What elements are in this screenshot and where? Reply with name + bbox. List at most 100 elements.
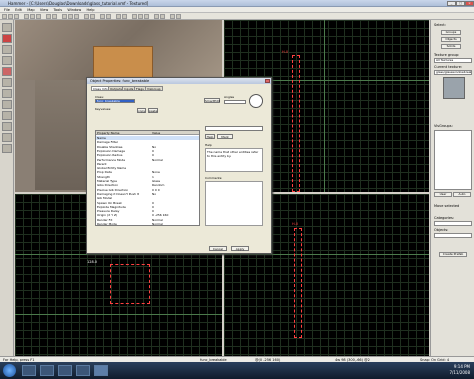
path-tool-icon[interactable]	[2, 144, 12, 153]
apply-texture-icon[interactable]	[2, 89, 12, 98]
texture-preview	[443, 77, 465, 99]
user-tab[interactable]: User	[434, 192, 452, 197]
grid-smaller-icon[interactable]	[30, 14, 35, 19]
col-value: Value	[152, 131, 161, 135]
decal-icon[interactable]	[170, 14, 175, 19]
angles-dial[interactable]	[249, 94, 263, 108]
auto-tab[interactable]: Auto	[453, 192, 471, 197]
vertex-icon[interactable]	[160, 14, 165, 19]
decal-tool-icon[interactable]	[2, 100, 12, 109]
grid-toggle-icon[interactable]	[24, 14, 29, 19]
close-icon[interactable]: ×	[465, 1, 474, 6]
copy-icon[interactable]	[68, 14, 73, 19]
undo-icon[interactable]	[46, 14, 51, 19]
steam-task-icon[interactable]	[76, 365, 90, 376]
paste-icon[interactable]	[74, 14, 79, 19]
current-texture-label: Current texture:	[434, 65, 463, 69]
groups-button[interactable]: Groups	[441, 30, 461, 35]
camera-icon[interactable]	[132, 14, 137, 19]
entity-icon[interactable]	[138, 14, 143, 19]
dialog-close-icon[interactable]	[265, 79, 270, 83]
browser-task-icon[interactable]	[40, 365, 54, 376]
angles-field[interactable]	[224, 100, 246, 104]
texture-group-select[interactable]: All Textures	[434, 58, 472, 63]
clip-tool-icon[interactable]	[2, 122, 12, 131]
texture-lock-icon[interactable]	[100, 14, 105, 19]
mark-button[interactable]: Mark	[217, 134, 233, 139]
camera-tool-icon[interactable]	[2, 45, 12, 54]
help-button[interactable]: Help	[205, 134, 215, 139]
comments-label: Comments:	[205, 176, 223, 180]
clip-icon[interactable]	[154, 14, 159, 19]
visgroups-label: VisGroups:	[434, 124, 453, 128]
categories-select[interactable]	[434, 221, 472, 226]
keyvalues-label: Keyvalues:	[95, 107, 112, 111]
window-title: Hammer - [C:\Users\Douglas\Downloads\gla…	[8, 1, 149, 6]
magnify-tool-icon[interactable]	[2, 34, 12, 43]
select-label: Select:	[434, 23, 446, 27]
texture-tool-icon[interactable]	[2, 78, 12, 87]
comments-field[interactable]	[205, 181, 263, 226]
cut-icon[interactable]	[62, 14, 67, 19]
ungroup-icon[interactable]	[90, 14, 95, 19]
tab-class-info[interactable]: Class Info	[91, 86, 110, 91]
objects-button[interactable]: Objects	[441, 37, 461, 42]
clock-date: 7/11/2008	[449, 370, 470, 375]
smartedit-toggle[interactable]: SmartEdit	[204, 98, 220, 103]
property-name: Render Mode	[97, 222, 117, 226]
vertex-tool-icon[interactable]	[2, 133, 12, 142]
objects-label: Objects:	[434, 228, 449, 232]
entity-tool-icon[interactable]	[2, 56, 12, 65]
minimize-icon[interactable]: _	[447, 1, 456, 6]
carve-icon[interactable]	[116, 14, 121, 19]
size-label-front: H-0	[292, 222, 299, 226]
brush-icon[interactable]	[144, 14, 149, 19]
objects-select[interactable]	[434, 233, 472, 238]
class-select[interactable]: func_breakable	[95, 99, 135, 103]
hammer-task-icon[interactable]	[94, 365, 108, 376]
paste-button[interactable]: paste	[148, 108, 158, 113]
selection-box-front[interactable]	[294, 228, 302, 338]
overlay-icon[interactable]	[176, 14, 181, 19]
maximize-icon[interactable]: □	[456, 1, 465, 6]
size-label-top: H-0	[282, 50, 289, 54]
current-texture-select[interactable]: glass/glasswindowbreak	[434, 70, 472, 75]
media-task-icon[interactable]	[58, 365, 72, 376]
system-clock: 9:14 PM 7/11/2008	[449, 364, 470, 376]
right-panel: Select: Groups Objects Solids Texture gr…	[430, 20, 474, 356]
group-icon[interactable]	[84, 14, 89, 19]
apply-button[interactable]: Apply	[231, 246, 249, 251]
object-properties-dialog: Object Properties: func_breakable Class …	[86, 77, 272, 254]
size-label-side: 128.0	[87, 260, 98, 264]
explorer-task-icon[interactable]	[22, 365, 36, 376]
taskbar: 9:14 PM 7/11/2008	[0, 362, 474, 379]
copy-button[interactable]: copy	[137, 108, 146, 113]
texture-group-label: Texture group:	[434, 53, 460, 57]
create-prefab-button[interactable]: Create Prefab	[439, 252, 467, 257]
visgroups-list[interactable]	[434, 130, 472, 190]
toolbar	[0, 13, 474, 20]
angles-label: Angles	[224, 95, 235, 99]
selection-tool-icon[interactable]	[2, 23, 12, 32]
open-file-icon[interactable]	[8, 14, 13, 19]
new-file-icon[interactable]	[2, 14, 7, 19]
selection-box-side[interactable]	[110, 264, 150, 304]
help-text: The name that other entities refer to th…	[205, 148, 263, 172]
compile-icon[interactable]	[122, 14, 127, 19]
selection-box-top[interactable]	[292, 55, 300, 192]
start-button-icon[interactable]	[3, 364, 16, 377]
redo-icon[interactable]	[52, 14, 57, 19]
help-label: Help	[205, 143, 212, 147]
property-value: Normal	[152, 222, 163, 226]
table-row[interactable]: Render Mode Normal	[96, 222, 199, 226]
grid-larger-icon[interactable]	[36, 14, 41, 19]
solids-button[interactable]: Solids	[441, 44, 461, 49]
hide-icon[interactable]	[106, 14, 111, 19]
value-select[interactable]	[205, 126, 263, 131]
cancel-button[interactable]: Cancel	[209, 246, 227, 251]
block-tool-icon[interactable]	[2, 67, 12, 76]
overlay-tool-icon[interactable]	[2, 111, 12, 120]
tab-visgroup[interactable]: VisGroup	[145, 86, 163, 91]
save-icon[interactable]	[14, 14, 19, 19]
table-header: Property Name Value	[96, 131, 199, 135]
